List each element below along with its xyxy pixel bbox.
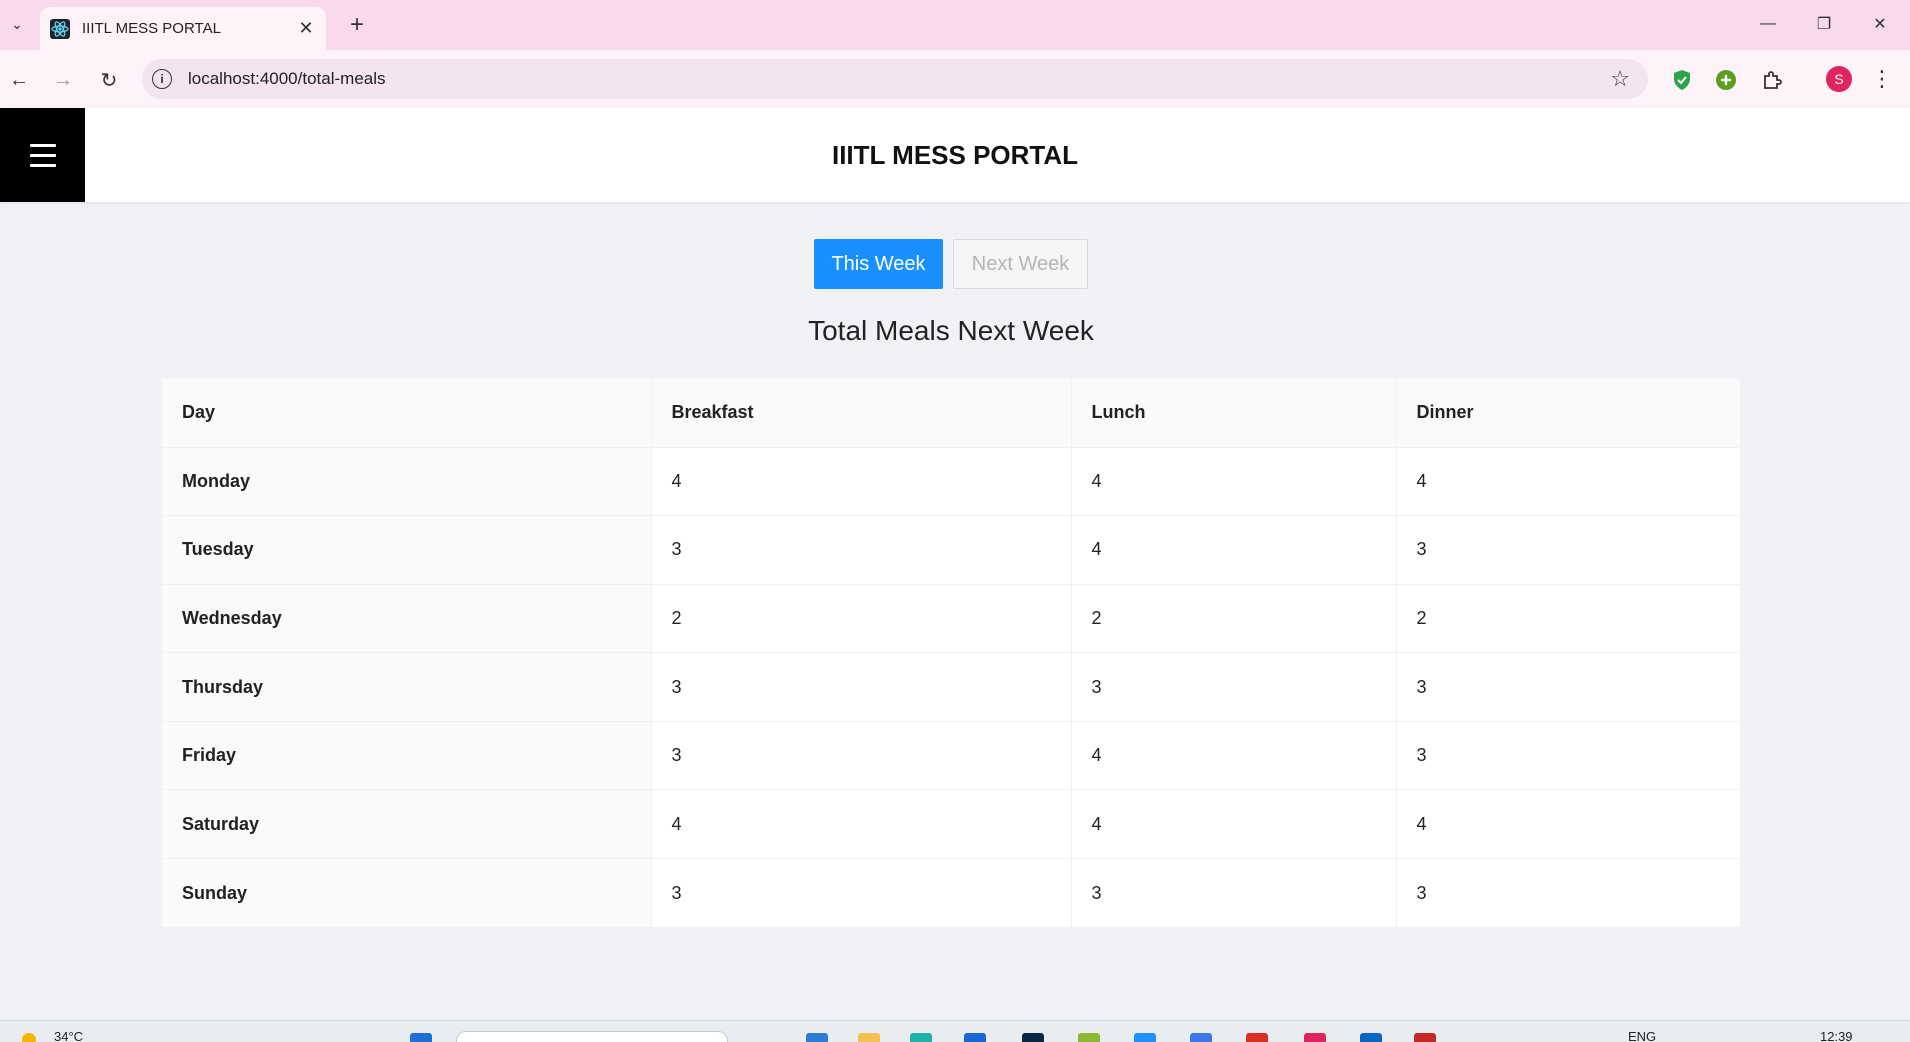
shield-extension-icon[interactable] xyxy=(1668,66,1696,94)
taskbar-app-icon[interactable] xyxy=(1078,1033,1100,1042)
browser-toolbar: ← → ↻ i localhost:4000/total-meals ☆ S ⋮ xyxy=(0,50,1910,108)
dinner-cell: 2 xyxy=(1396,584,1740,654)
taskbar-app-icon[interactable] xyxy=(1022,1033,1044,1042)
breakfast-cell: 4 xyxy=(651,789,1072,860)
page-title: Total Meals Next Week xyxy=(808,315,1094,346)
table-row: Friday 3 4 3 xyxy=(162,721,1740,791)
taskbar-search-box[interactable] xyxy=(456,1031,728,1042)
breakfast-cell: 3 xyxy=(651,515,1072,585)
dinner-cell: 3 xyxy=(1396,652,1740,722)
browser-tab-bar: ⌄ IIITL MESS PORTAL ✕ + — ❐ ✕ xyxy=(0,0,1910,50)
plus-extension-icon[interactable] xyxy=(1712,66,1740,94)
dinner-cell: 4 xyxy=(1396,447,1740,517)
lunch-cell: 4 xyxy=(1071,515,1397,585)
lunch-cell: 2 xyxy=(1071,584,1397,654)
column-header-lunch: Lunch xyxy=(1071,379,1397,448)
day-cell: Monday xyxy=(162,447,652,517)
next-week-button[interactable]: Next Week xyxy=(953,239,1088,289)
address-bar[interactable]: i localhost:4000/total-meals ☆ xyxy=(142,59,1648,99)
app-title: IIITL MESS PORTAL xyxy=(831,140,1079,170)
star-icon[interactable]: ☆ xyxy=(1610,66,1630,92)
forward-arrow-icon[interactable]: → xyxy=(48,65,78,95)
profile-avatar[interactable]: S xyxy=(1826,66,1852,92)
window-close-icon[interactable]: ✕ xyxy=(1860,8,1900,40)
this-week-button[interactable]: This Week xyxy=(814,239,943,289)
dinner-cell: 4 xyxy=(1396,789,1740,860)
taskbar-app-icon[interactable] xyxy=(910,1033,932,1042)
dinner-cell: 3 xyxy=(1416,882,1427,903)
url-text[interactable]: localhost:4000/total-meals xyxy=(188,69,386,89)
puzzle-extensions-icon[interactable] xyxy=(1758,66,1786,94)
meals-table: Day Breakfast Lunch Dinner Monday 4 4 4 … xyxy=(162,379,1740,928)
table-row: Sunday 3 3 3 xyxy=(162,858,1740,928)
taskbar-app-icon[interactable] xyxy=(1134,1033,1156,1042)
reload-icon[interactable]: ↻ xyxy=(94,65,124,95)
day-cell: Thursday xyxy=(162,652,652,722)
folder-icon[interactable] xyxy=(858,1033,880,1042)
lunch-cell: 4 xyxy=(1071,789,1397,860)
day-cell: Saturday xyxy=(162,789,652,860)
site-info-icon[interactable]: i xyxy=(152,69,172,89)
close-icon[interactable]: ✕ xyxy=(296,18,316,39)
start-menu-icon[interactable] xyxy=(410,1033,432,1042)
taskbar-app-icon[interactable] xyxy=(806,1033,828,1042)
column-header-day: Day xyxy=(162,379,652,448)
day-cell: Wednesday xyxy=(162,584,652,654)
app-header: IIITL MESS PORTAL xyxy=(0,108,1910,202)
back-arrow-icon[interactable]: ← xyxy=(4,65,34,95)
lunch-cell: 3 xyxy=(1071,858,1397,928)
table-row: Thursday 3 3 3 xyxy=(162,652,1740,722)
breakfast-cell: 2 xyxy=(651,584,1072,654)
language-indicator[interactable]: ENG xyxy=(1628,1029,1656,1042)
column-header-breakfast: Breakfast xyxy=(651,379,1072,448)
table-row: Tuesday 3 4 3 xyxy=(162,515,1740,585)
breakfast-cell: 3 xyxy=(651,652,1072,722)
dinner-cell: 3 xyxy=(1396,721,1740,791)
lunch-cell: 3 xyxy=(1071,652,1397,722)
breakfast-cell: 4 xyxy=(651,447,1072,517)
day-cell: Tuesday xyxy=(162,515,652,585)
dinner-cell: 3 xyxy=(1396,515,1740,585)
tab-title: IIITL MESS PORTAL xyxy=(82,20,221,37)
new-tab-button[interactable]: + xyxy=(342,10,372,40)
minimize-icon[interactable]: — xyxy=(1748,8,1788,40)
chrome-icon[interactable] xyxy=(1304,1033,1326,1042)
tab-search-icon[interactable]: ⌄ xyxy=(6,12,28,36)
taskbar-app-icon[interactable] xyxy=(1414,1033,1436,1042)
calendar-icon[interactable] xyxy=(1190,1033,1212,1042)
day-cell: Friday xyxy=(162,721,652,791)
restore-icon[interactable]: ❐ xyxy=(1804,8,1844,40)
weather-text[interactable]: 34°C xyxy=(54,1029,83,1042)
lunch-cell: 4 xyxy=(1071,721,1397,791)
mail-icon[interactable] xyxy=(964,1033,986,1042)
breakfast-cell: 3 xyxy=(651,721,1072,791)
table-row: Monday 4 4 4 xyxy=(162,447,1740,517)
table-row: Wednesday 2 2 2 xyxy=(162,584,1740,654)
os-taskbar: 34°C ENG 12:39 xyxy=(0,1020,1910,1042)
day-cell: Sunday xyxy=(162,858,652,928)
weather-sun-icon xyxy=(22,1033,36,1042)
vscode-icon[interactable] xyxy=(1360,1033,1382,1042)
table-header-row: Day Breakfast Lunch Dinner xyxy=(162,379,1740,448)
column-header-dinner: Dinner xyxy=(1396,379,1740,448)
table-row: Saturday 4 4 4 xyxy=(162,789,1740,860)
react-favicon-icon xyxy=(50,18,70,39)
breakfast-cell: 3 xyxy=(651,858,1072,928)
chrome-icon[interactable] xyxy=(1246,1033,1268,1042)
browser-tab[interactable]: IIITL MESS PORTAL ✕ xyxy=(40,7,326,50)
lunch-cell: 4 xyxy=(1071,447,1397,517)
clock[interactable]: 12:39 xyxy=(1820,1029,1853,1042)
kebab-menu-icon[interactable]: ⋮ xyxy=(1871,64,1893,94)
